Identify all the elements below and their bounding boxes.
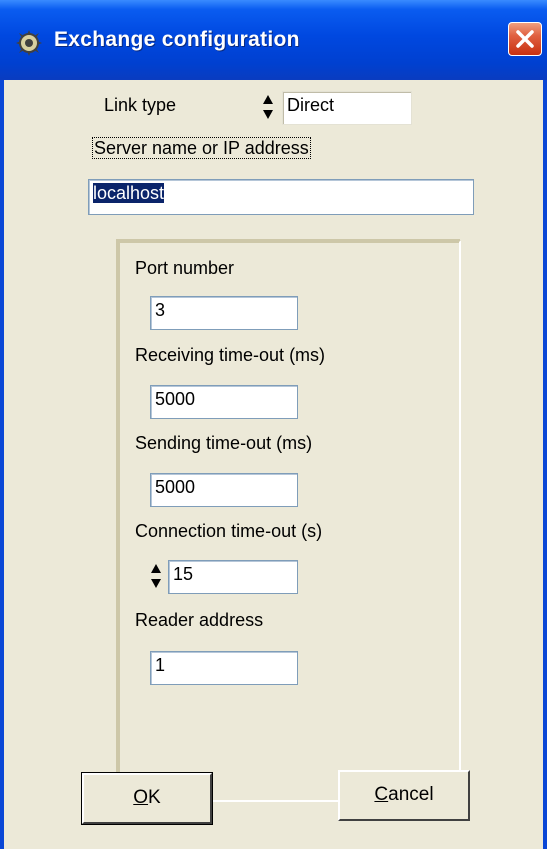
server-name-value: localhost: [93, 183, 165, 203]
receiving-timeout-input[interactable]: 5000: [150, 385, 298, 419]
cancel-button-label: Cancel: [374, 784, 433, 806]
sending-timeout-label: Sending time-out (ms): [135, 433, 313, 453]
connection-timeout-input[interactable]: 15: [168, 560, 298, 594]
cancel-rest: ancel: [388, 784, 434, 805]
connection-timeout-label: Connection time-out (s): [135, 521, 323, 541]
title-bar[interactable]: Exchange configuration: [0, 0, 547, 80]
cancel-button[interactable]: Cancel: [338, 770, 470, 821]
ok-button-label: OK: [133, 787, 160, 809]
dialog-client-area: Link type Direct Server name or IP addre…: [4, 80, 543, 849]
reader-address-label: Reader address: [135, 610, 264, 630]
cancel-mnemonic: C: [374, 784, 389, 805]
app-gear-icon: [16, 30, 42, 56]
ok-button[interactable]: OK: [81, 772, 213, 825]
ok-mnemonic: O: [133, 787, 149, 808]
server-name-label: Server name or IP address: [92, 137, 311, 159]
port-number-label: Port number: [135, 258, 235, 278]
reader-address-input[interactable]: 1: [150, 651, 298, 685]
close-button[interactable]: [508, 22, 542, 56]
window-title: Exchange configuration: [54, 28, 300, 51]
sending-timeout-input[interactable]: 5000: [150, 473, 298, 507]
server-label-wrapper: Server name or IP address: [92, 137, 311, 159]
port-number-input[interactable]: 3: [150, 296, 298, 330]
connection-timeout-spinner[interactable]: [150, 561, 162, 591]
server-name-input[interactable]: localhost: [88, 179, 474, 215]
dialog-window: Exchange configuration Link type Direct …: [0, 0, 547, 849]
link-type-field[interactable]: Direct: [282, 91, 412, 125]
close-icon: [516, 30, 534, 48]
receiving-timeout-label: Receiving time-out (ms): [135, 345, 326, 365]
ok-rest: K: [148, 787, 161, 808]
link-type-spinner[interactable]: [262, 92, 274, 122]
link-type-label: Link type: [104, 95, 177, 115]
